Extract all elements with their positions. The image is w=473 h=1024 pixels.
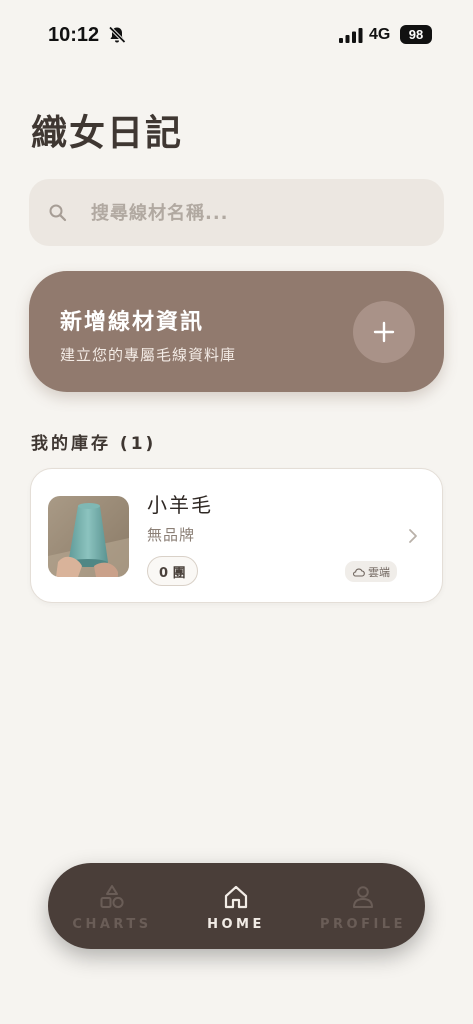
nav-label-home: HOME xyxy=(207,917,265,932)
cloud-sync-label: 雲端 xyxy=(368,565,390,579)
search-icon xyxy=(49,204,67,222)
nav-label-charts: CHARTS xyxy=(72,917,152,932)
battery-indicator: 98 xyxy=(400,25,432,44)
plus-icon xyxy=(373,321,395,343)
status-bar: 10:12 4G 98 xyxy=(0,0,473,70)
search-bar[interactable] xyxy=(29,179,444,246)
yarn-thumbnail xyxy=(48,496,129,577)
search-input[interactable] xyxy=(91,197,421,229)
cellular-signal-icon xyxy=(339,28,363,43)
add-yarn-card[interactable]: 新增線材資訊 建立您的專屬毛線資料庫 xyxy=(29,271,444,392)
yarn-brand: 無品牌 xyxy=(147,526,196,544)
inventory-title: 我的庫存 (1) xyxy=(31,434,157,454)
status-time: 10:12 xyxy=(48,24,100,46)
yarn-count-badge: 0 團 xyxy=(147,556,198,586)
nav-item-profile[interactable]: PROFILE xyxy=(308,863,418,949)
yarn-list-item[interactable]: 小羊毛 無品牌 0 團 雲端 xyxy=(30,468,443,603)
add-yarn-subtitle: 建立您的專屬毛線資料庫 xyxy=(60,346,237,364)
add-yarn-title: 新增線材資訊 xyxy=(60,310,205,335)
nav-label-profile: PROFILE xyxy=(320,917,406,932)
cloud-sync-badge: 雲端 xyxy=(345,561,397,582)
cloud-icon xyxy=(353,568,365,577)
add-yarn-button[interactable] xyxy=(353,301,415,363)
user-icon xyxy=(353,886,373,908)
nav-item-charts[interactable]: CHARTS xyxy=(57,863,167,949)
yarn-name: 小羊毛 xyxy=(147,493,213,517)
chevron-right-icon xyxy=(409,529,417,543)
page-title: 織女日記 xyxy=(31,113,184,154)
home-icon xyxy=(224,885,248,909)
screen: 10:12 4G 98 織女日記 新增線材資訊 建立您的專屬毛線資料庫 xyxy=(0,0,473,1024)
bell-off-icon xyxy=(108,26,126,44)
network-type: 4G xyxy=(369,26,391,43)
yarn-cone-image xyxy=(48,496,129,577)
nav-item-home[interactable]: HOME xyxy=(181,863,291,949)
bottom-nav: CHARTS HOME PROFILE xyxy=(48,863,425,949)
shapes-icon xyxy=(100,885,124,909)
